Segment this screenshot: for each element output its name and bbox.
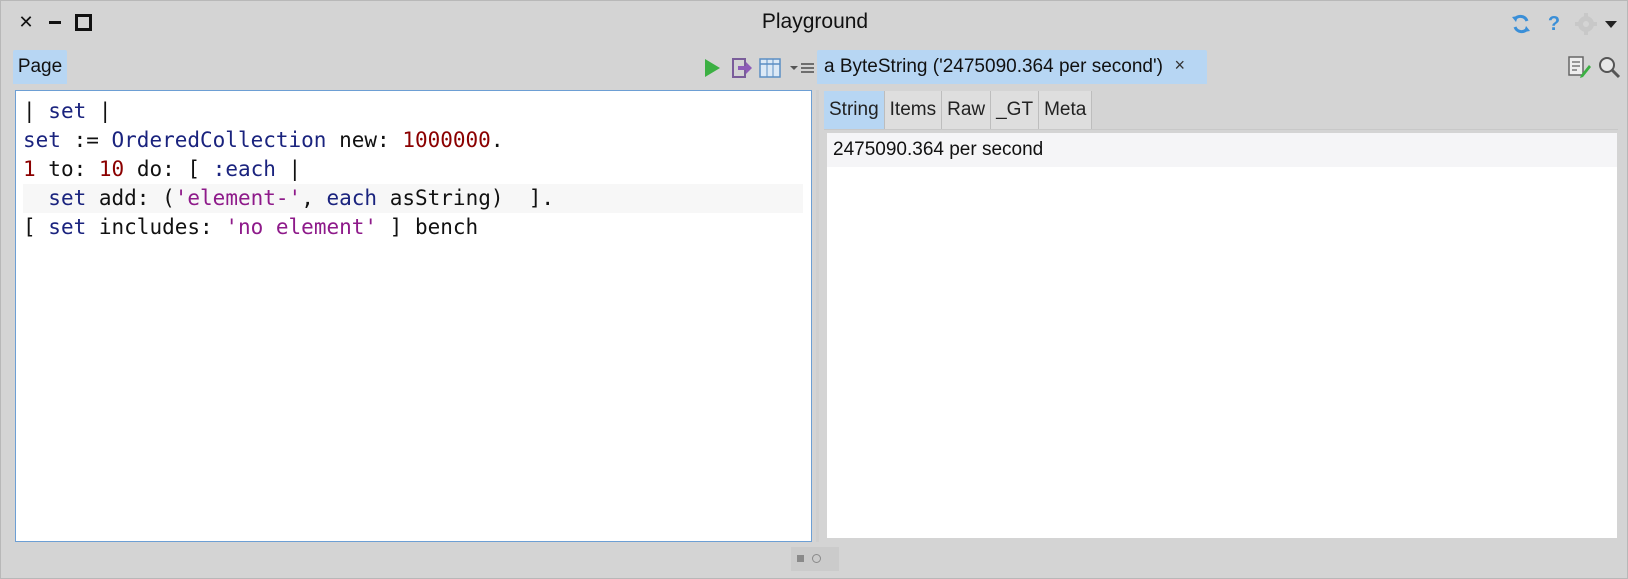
code-line: 1 to: 10 do: [ :each | (23, 157, 302, 181)
divider (824, 129, 1618, 130)
pane-splitter[interactable] (816, 90, 819, 542)
table-icon[interactable] (759, 55, 783, 81)
inspector-view-tabs: String Items Raw _GT Meta (824, 91, 1093, 129)
code-line: set add: ('element-', each asString) ]. (23, 184, 803, 213)
play-icon[interactable] (703, 55, 723, 81)
search-icon[interactable] (1597, 55, 1621, 81)
title-bar: ✕ Playground ? (1, 1, 1627, 45)
code-line: | set | (23, 99, 112, 123)
code-line: set := OrderedCollection new: 1000000. (23, 128, 504, 152)
tab-inspector[interactable]: a ByteString ('2475090.364 per second') … (817, 50, 1207, 84)
tab-string[interactable]: String (824, 91, 885, 129)
list-menu-icon[interactable] (789, 55, 817, 81)
gear-icon[interactable] (1573, 13, 1599, 35)
code-edit-icon[interactable] (1567, 55, 1591, 81)
code-text: | set | set := OrderedCollection new: 100… (23, 97, 803, 242)
code-line: [ set includes: 'no element' ] bench (23, 215, 479, 239)
sync-icon[interactable] (1509, 13, 1533, 35)
code-editor[interactable]: | set | set := OrderedCollection new: 100… (15, 90, 812, 542)
tab-items[interactable]: Items (884, 91, 943, 129)
string-value[interactable]: 2475090.364 per second (827, 133, 1617, 167)
window-title: Playground (761, 10, 869, 33)
playground-window: ✕ Playground ? Page | set | set:= Order… (0, 0, 1628, 579)
help-icon[interactable]: ? (1546, 13, 1562, 35)
tab-meta[interactable]: Meta (1039, 91, 1093, 129)
pager-dots (797, 554, 821, 563)
pager-dot-active[interactable] (797, 555, 804, 562)
pager-dot[interactable] (812, 554, 821, 563)
tab-raw[interactable]: Raw (942, 91, 992, 129)
menu-arrow-icon[interactable] (1603, 13, 1619, 35)
inspector-content: 2475090.364 per second (827, 133, 1617, 538)
tab-gt[interactable]: _GT (991, 91, 1040, 129)
inspector-tab-label: a ByteString ('2475090.364 per second') (824, 56, 1163, 77)
tab-page[interactable]: Page (13, 50, 67, 84)
exit-icon[interactable] (731, 55, 753, 81)
close-icon[interactable]: × (1174, 55, 1185, 76)
